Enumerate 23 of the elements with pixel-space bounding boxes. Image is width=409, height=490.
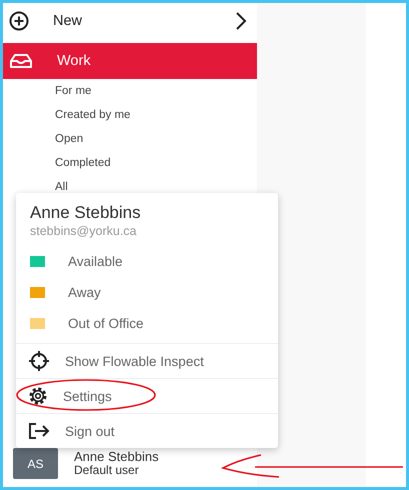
user-role: Default user (74, 464, 140, 477)
crosshair-icon (28, 350, 50, 372)
user-name: Anne Stebbins (30, 203, 142, 223)
menu-item[interactable]: Settings (16, 378, 278, 413)
user-avatar[interactable]: AS (13, 448, 58, 479)
status-option[interactable]: Out of Office (68, 316, 144, 331)
nav-subitem[interactable]: For me (3, 79, 257, 103)
inbox-icon (9, 53, 33, 69)
settings-icon (28, 386, 48, 406)
nav-item[interactable]: Work (3, 43, 257, 79)
menu-item[interactable]: Sign out (16, 413, 278, 448)
sign-out-icon (28, 422, 50, 440)
nav-subitem[interactable]: Open (3, 127, 257, 151)
nav-item[interactable]: New (3, 3, 257, 39)
status-option[interactable]: Available (68, 254, 123, 269)
user-name: Anne Stebbins (74, 450, 159, 464)
nav-subitem[interactable]: Completed (3, 151, 257, 175)
menu-item[interactable]: Show Flowable Inspect (16, 343, 278, 378)
status-option[interactable]: Away (68, 285, 101, 300)
nav-subitem[interactable]: Created by me (3, 103, 257, 127)
plus-circle-icon (9, 11, 29, 31)
chevron-right-icon (235, 12, 247, 30)
user-email: stebbins@yorku.ca (30, 224, 138, 238)
